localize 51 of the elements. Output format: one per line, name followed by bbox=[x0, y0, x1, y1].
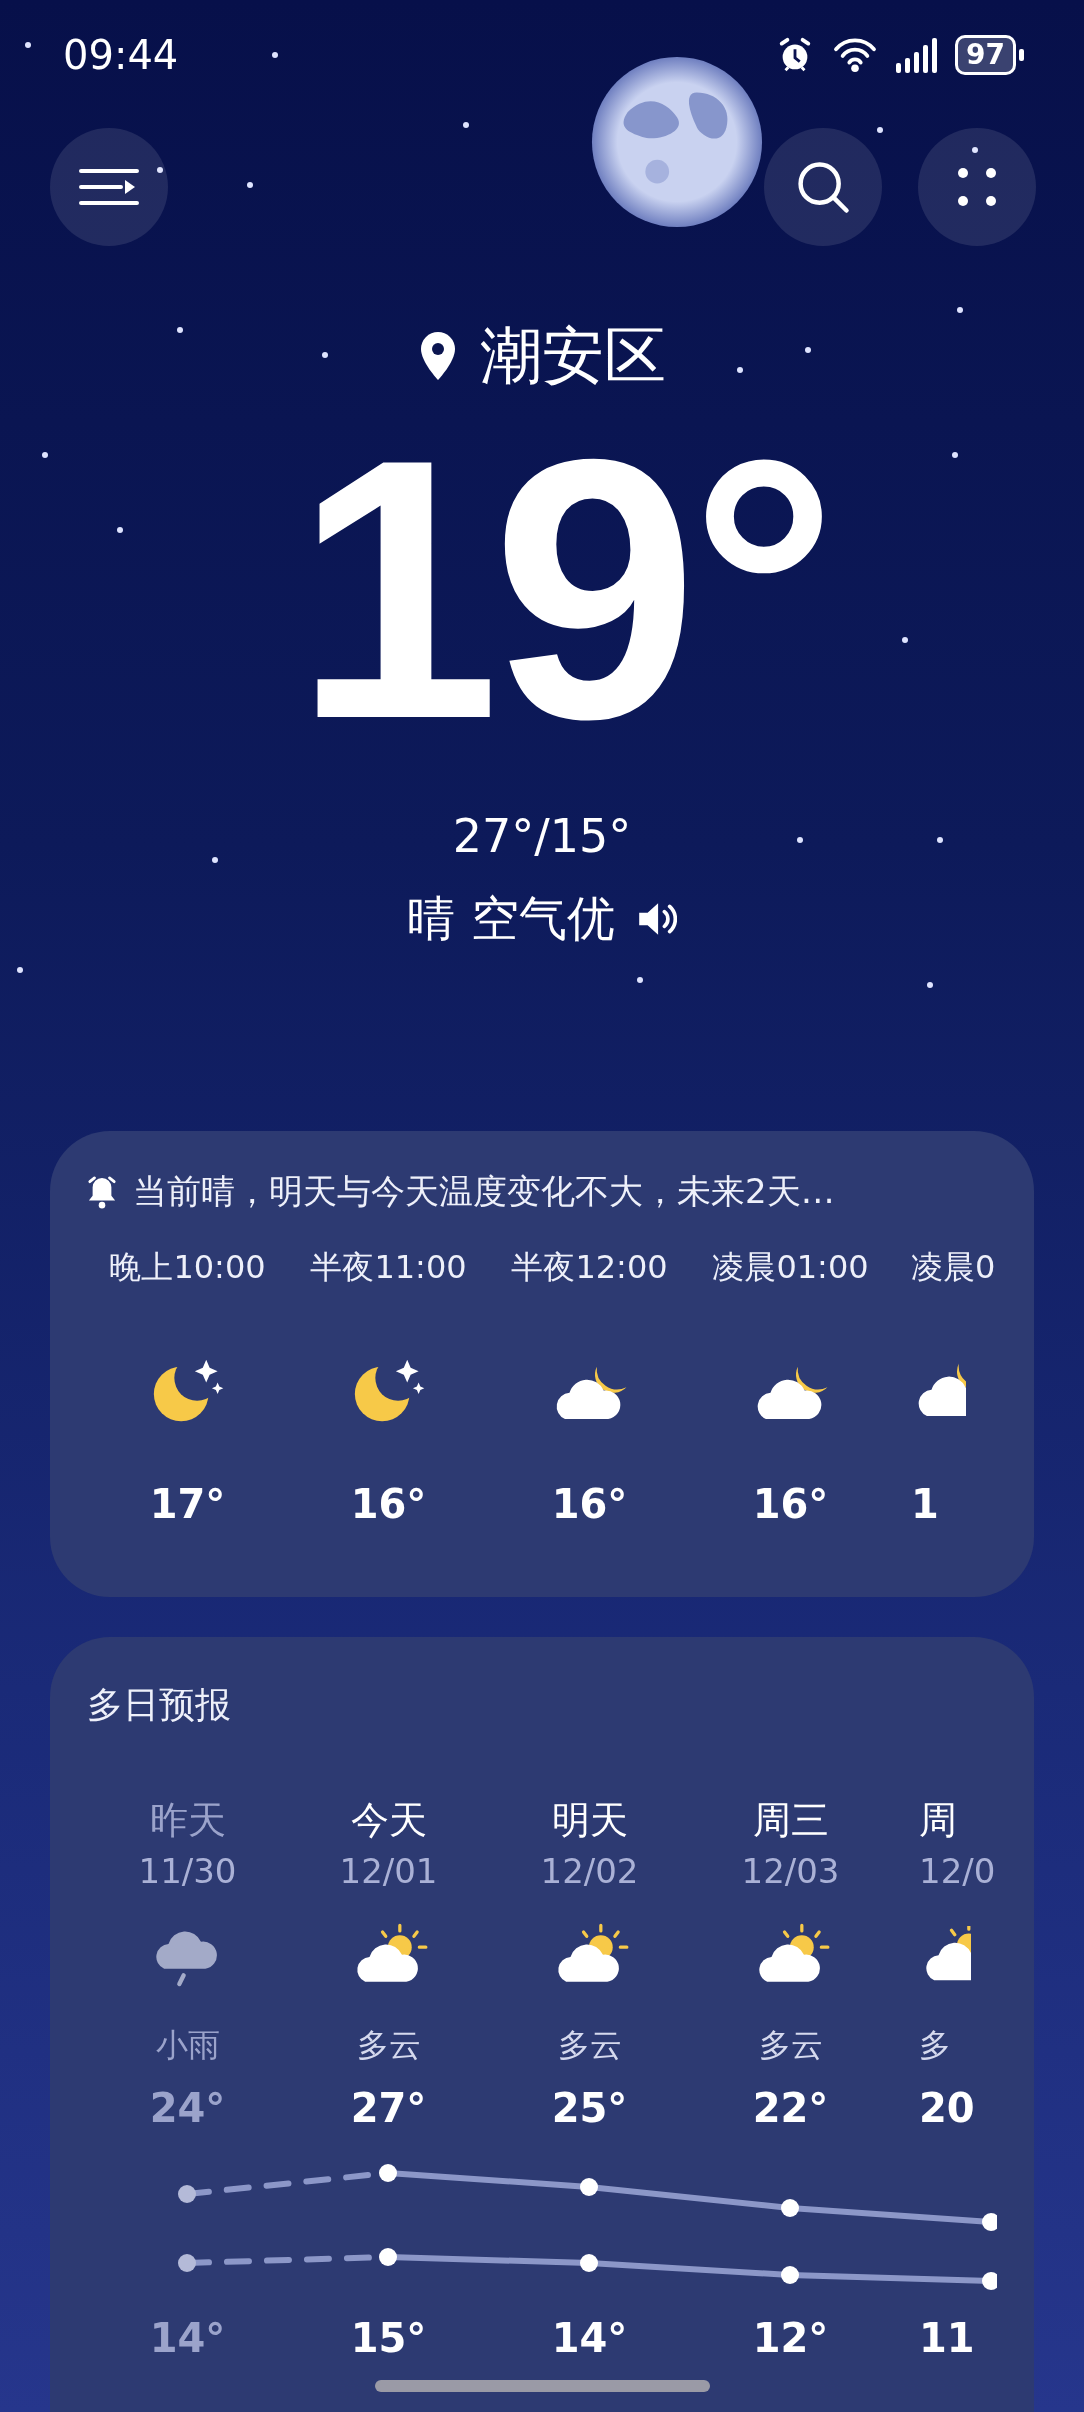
wifi-icon bbox=[832, 36, 879, 74]
day-name: 明天 bbox=[551, 1797, 628, 1844]
day-condition: 多 bbox=[919, 2025, 951, 2066]
day-date: 12/03 bbox=[741, 1850, 840, 1893]
four-dots-icon bbox=[957, 167, 997, 207]
weather-summary[interactable]: 当前晴，明天与今天温度变化不大，未来2天… bbox=[133, 1169, 835, 1215]
day-name: 今天 bbox=[350, 1797, 427, 1844]
battery-level: 97 bbox=[955, 35, 1016, 75]
low-temperature: 14° bbox=[551, 2314, 628, 2363]
temperature-range: 27°/15° bbox=[452, 809, 632, 863]
current-temperature: 19° bbox=[293, 424, 830, 754]
search-icon bbox=[795, 159, 851, 215]
day-name: 昨天 bbox=[149, 1797, 226, 1844]
section-title: 多日预报 bbox=[87, 1683, 232, 1727]
high-temperature: 25° bbox=[551, 2084, 628, 2133]
location-pin-icon bbox=[418, 330, 458, 382]
high-temperature: 22° bbox=[752, 2084, 829, 2133]
weather-condition: 晴 空气优 bbox=[407, 889, 615, 948]
day-date: 12/01 bbox=[339, 1850, 438, 1893]
high-temperature: 24° bbox=[149, 2084, 226, 2133]
day-name: 周三 bbox=[752, 1797, 829, 1844]
day-date: 11/30 bbox=[138, 1850, 237, 1893]
hour-time: 凌晨01:00 bbox=[712, 1247, 869, 1288]
day-name: 周 bbox=[919, 1797, 957, 1844]
bell-icon bbox=[87, 1174, 117, 1210]
low-temperature: 12° bbox=[752, 2314, 829, 2363]
day-condition: 多云 bbox=[356, 2025, 421, 2066]
low-temperature: 14° bbox=[149, 2314, 226, 2363]
hour-temperature: 16° bbox=[551, 1481, 628, 1527]
hour-time: 半夜12:00 bbox=[511, 1247, 668, 1288]
clock-time: 09:44 bbox=[63, 32, 179, 78]
battery-tip bbox=[1019, 49, 1024, 61]
low-temperature: 15° bbox=[350, 2314, 427, 2363]
day-condition: 多云 bbox=[758, 2025, 823, 2066]
hour-temperature: 16° bbox=[350, 1481, 427, 1527]
hour-temperature: 17° bbox=[149, 1481, 226, 1527]
day-condition: 小雨 bbox=[155, 2025, 220, 2066]
location-name[interactable]: 潮安区 bbox=[480, 314, 666, 398]
hour-temperature: 16° bbox=[752, 1481, 829, 1527]
low-temperature: 11 bbox=[919, 2314, 975, 2363]
hour-temperature: 1 bbox=[911, 1481, 939, 1527]
day-date: 12/0 bbox=[919, 1850, 996, 1893]
day-condition: 多云 bbox=[557, 2025, 622, 2066]
menu-icon bbox=[79, 167, 139, 207]
signal-icon bbox=[896, 37, 938, 73]
hour-time: 半夜11:00 bbox=[310, 1247, 467, 1288]
day-date: 12/02 bbox=[540, 1850, 639, 1893]
hour-time: 晚上10:00 bbox=[109, 1247, 266, 1288]
high-temperature: 27° bbox=[350, 2084, 427, 2133]
hour-time: 凌晨0 bbox=[911, 1247, 996, 1288]
high-temperature: 20 bbox=[919, 2084, 975, 2133]
